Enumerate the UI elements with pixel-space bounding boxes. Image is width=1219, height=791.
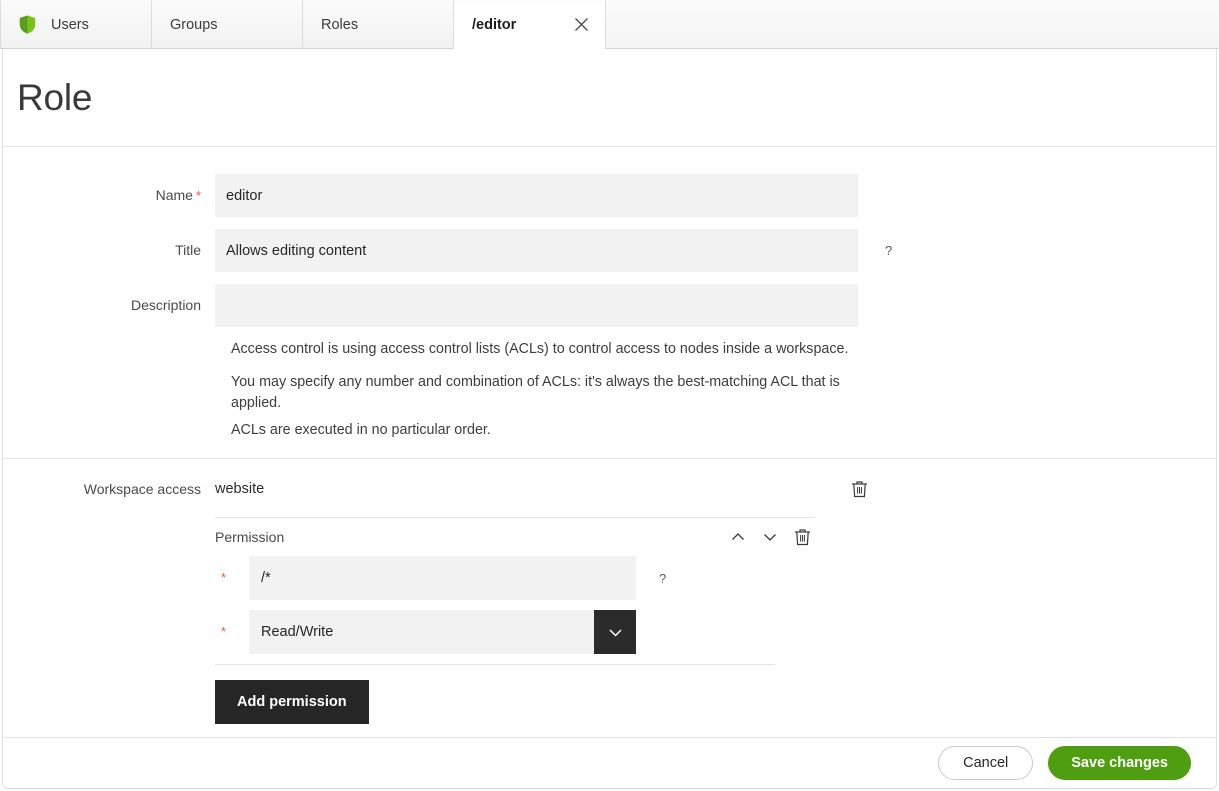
permission-access-select[interactable]: Read/Write bbox=[249, 610, 636, 654]
required-marker: * bbox=[196, 188, 201, 203]
tab-label: Groups bbox=[170, 17, 218, 33]
workspace-entry-website: website bbox=[215, 474, 875, 504]
workspace-access-body: website bbox=[215, 474, 875, 736]
title-help-icon[interactable]: ? bbox=[885, 229, 892, 272]
page-header: Role bbox=[3, 49, 1216, 147]
name-label: Name* bbox=[3, 174, 215, 217]
acl-paragraph-3: ACLs are executed in no particular order… bbox=[231, 420, 891, 441]
tab-editor[interactable]: /editor bbox=[454, 1, 606, 49]
permission-path-help-icon[interactable]: ? bbox=[659, 571, 666, 586]
workspace-access-section: Workspace access website bbox=[3, 459, 1216, 736]
title-label: Title bbox=[3, 229, 215, 272]
move-up-chevron-up-icon[interactable] bbox=[725, 524, 751, 550]
permission-group-header: Permission bbox=[215, 518, 815, 556]
shield-icon bbox=[19, 15, 36, 34]
tab-label: /editor bbox=[472, 17, 516, 33]
cancel-button[interactable]: Cancel bbox=[938, 746, 1033, 780]
tab-roles[interactable]: Roles bbox=[303, 1, 454, 49]
path-required-marker: * bbox=[215, 556, 249, 600]
workspace-access-row: Workspace access website bbox=[3, 474, 1216, 736]
permission-access-row: * Read/Write bbox=[215, 610, 875, 654]
tab-label: Users bbox=[51, 17, 89, 33]
save-changes-button[interactable]: Save changes bbox=[1048, 746, 1191, 780]
tab-label: Roles bbox=[321, 17, 358, 33]
permission-path-row: * ? bbox=[215, 556, 875, 600]
acl-explanation: Access control is using access control l… bbox=[231, 339, 891, 441]
permission-access-value: Read/Write bbox=[249, 610, 594, 654]
tab-users[interactable]: Users bbox=[0, 1, 152, 49]
description-label: Description bbox=[3, 284, 215, 327]
tab-close-icon[interactable] bbox=[571, 15, 591, 35]
acl-paragraph-1: Access control is using access control l… bbox=[231, 339, 891, 360]
page-title: Role bbox=[17, 77, 92, 119]
role-editor-panel: Role Name* ? Title ? bbox=[2, 49, 1217, 789]
workspace-delete-trash-icon[interactable] bbox=[846, 476, 872, 502]
permission-label: Permission bbox=[215, 529, 719, 545]
access-required-marker: * bbox=[215, 610, 249, 654]
field-row-description: Description ? bbox=[3, 284, 1216, 327]
field-row-name: Name* ? bbox=[3, 174, 1216, 217]
tab-groups[interactable]: Groups bbox=[152, 1, 303, 49]
application-window: Users Groups Roles /editor bbox=[0, 0, 1219, 791]
move-down-chevron-down-icon[interactable] bbox=[757, 524, 783, 550]
role-fields-section: Name* ? Title ? Description ? bbox=[3, 148, 1216, 459]
field-row-title: Title ? bbox=[3, 229, 1216, 272]
name-input[interactable] bbox=[215, 174, 858, 217]
dialog-footer: Cancel Save changes bbox=[3, 737, 1216, 788]
add-permission-button[interactable]: Add permission bbox=[215, 680, 369, 724]
tab-bar: Users Groups Roles /editor bbox=[0, 0, 1219, 49]
title-input[interactable] bbox=[215, 229, 858, 272]
form-scroll-area[interactable]: Name* ? Title ? Description ? bbox=[3, 148, 1216, 736]
permission-delete-trash-icon[interactable] bbox=[789, 524, 815, 550]
workspace-access-label: Workspace access bbox=[3, 474, 215, 504]
name-label-text: Name bbox=[156, 187, 193, 203]
description-input[interactable] bbox=[215, 284, 858, 327]
permission-access-chevron-down-icon[interactable] bbox=[594, 610, 636, 654]
add-permission-divider bbox=[215, 664, 775, 665]
workspace-name: website bbox=[215, 481, 875, 497]
permission-path-input[interactable] bbox=[249, 556, 636, 600]
acl-paragraph-2: You may specify any number and combinati… bbox=[231, 372, 891, 414]
